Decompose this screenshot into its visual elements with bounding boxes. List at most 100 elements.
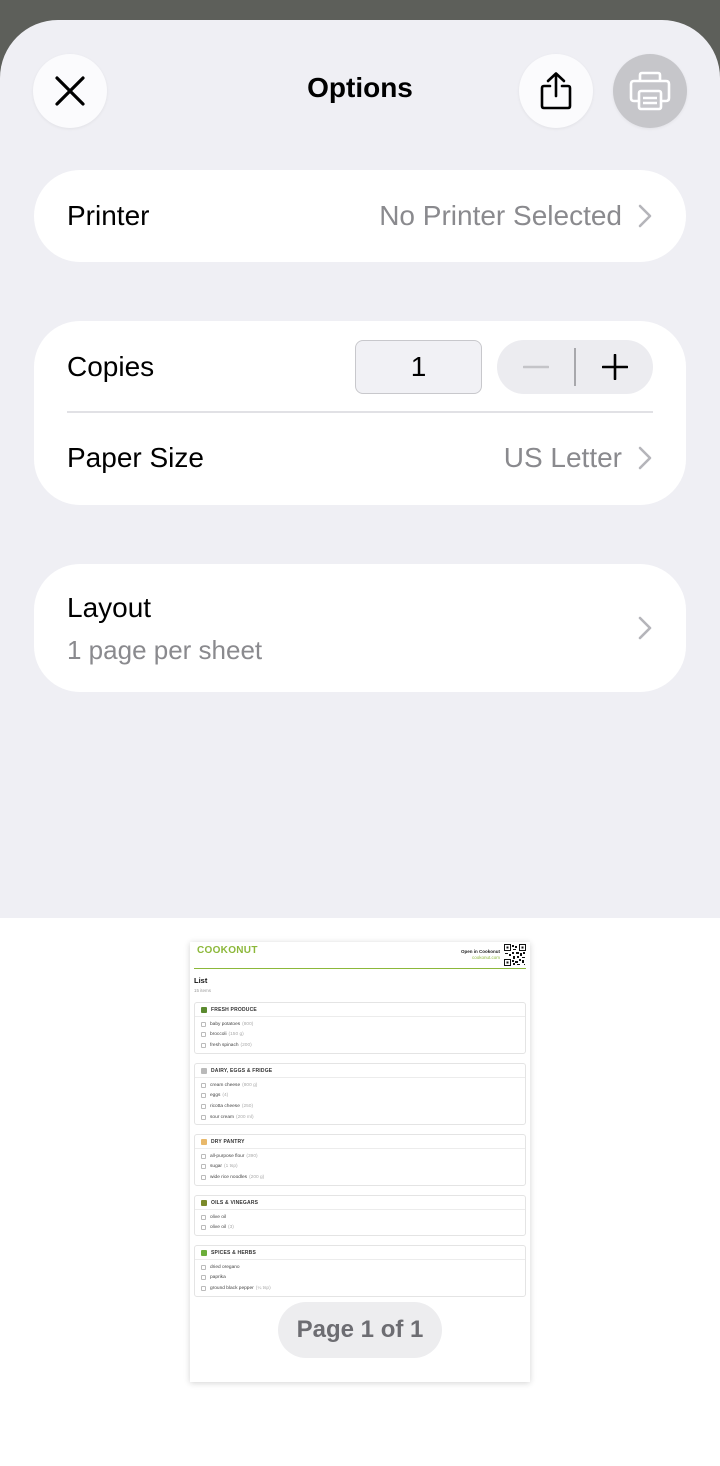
item-name: ricotta cheese: [210, 1103, 240, 1109]
layout-row[interactable]: Layout 1 page per sheet: [34, 564, 686, 692]
section-header: SPICES & HERBS: [195, 1246, 525, 1260]
item-qty: (800 g): [242, 1082, 258, 1088]
copies-stepper: [497, 340, 653, 394]
checkbox: [201, 1264, 206, 1270]
item-name: olive oil: [210, 1214, 226, 1220]
printer-icon: [629, 71, 671, 111]
checkbox: [201, 1275, 206, 1281]
shopping-section: SPICES & HERBS dried oregano paprika ground…: [194, 1245, 526, 1297]
layout-value: 1 page per sheet: [67, 635, 263, 665]
checkbox: [201, 1042, 206, 1048]
header-rule: [194, 968, 526, 969]
list-count: 15 items: [194, 988, 212, 993]
list-item: broccoli (150 g): [195, 1030, 525, 1041]
print-options-sheet: Options Printer No Printer Selected Copi…: [0, 20, 720, 1466]
list-item: ground black pepper (¼ tsp): [195, 1283, 525, 1294]
checkbox: [201, 1082, 206, 1088]
section-name: DAIRY, EGGS & FRIDGE: [211, 1067, 273, 1074]
list-item: olive oil (3): [195, 1223, 525, 1234]
open-in-label: Open in Cookonut cookonut.com: [461, 949, 500, 960]
checkbox: [201, 1153, 206, 1159]
section-name: SPICES & HERBS: [211, 1249, 257, 1256]
list-item: olive oil: [195, 1212, 525, 1223]
section-name: OILS & VINEGARS: [211, 1199, 259, 1206]
item-name: baby potatoes: [210, 1021, 241, 1027]
share-button[interactable]: [519, 54, 593, 128]
item-qty: (250): [241, 1103, 254, 1109]
section-icon: [201, 1006, 207, 1013]
chevron-right-icon: [638, 446, 652, 470]
list-item: paprika: [195, 1273, 525, 1284]
cookonut-logo: COOKONUT: [197, 945, 258, 956]
item-name: olive oil: [210, 1225, 226, 1231]
plus-icon: [601, 354, 628, 380]
item-name: dried oregano: [210, 1264, 240, 1270]
shopping-section: DAIRY, EGGS & FRIDGE cream cheese (800 g) e…: [194, 1063, 526, 1126]
section-icon: [201, 1067, 207, 1074]
item-name: ground black pepper: [210, 1285, 254, 1291]
checkbox: [201, 1032, 206, 1038]
copies-label: Copies: [67, 351, 155, 382]
print-button[interactable]: [613, 54, 687, 128]
section-header: OILS & VINEGARS: [195, 1196, 525, 1210]
item-name: all-purpose flour: [210, 1153, 245, 1159]
increment-button[interactable]: [576, 340, 653, 394]
checkbox: [201, 1285, 206, 1291]
item-qty: (¼ tsp): [255, 1285, 271, 1291]
layout-label: Layout: [67, 592, 152, 623]
item-qty: (1 tsp): [224, 1164, 238, 1170]
item-qty: (800): [242, 1021, 254, 1027]
minus-icon: [522, 365, 549, 369]
paper-size-value: US Letter: [503, 442, 622, 473]
section-name: FRESH PRODUCE: [211, 1006, 257, 1013]
paper-size-row[interactable]: Paper Size US Letter: [34, 413, 686, 505]
printer-value: No Printer Selected: [379, 200, 622, 231]
page-title: Options: [307, 72, 413, 103]
chevron-right-icon: [638, 616, 652, 640]
open-in-sub: cookonut.com: [471, 955, 500, 960]
open-in-text: Open in Cookonut: [461, 949, 500, 954]
decrement-button[interactable]: [497, 340, 574, 394]
checkbox: [201, 1103, 206, 1109]
list-item: ricotta cheese (250): [195, 1101, 525, 1112]
copies-input[interactable]: 1: [355, 340, 482, 394]
item-name: wide rice noodles: [210, 1174, 248, 1180]
copies-paper-card: Copies 1 Paper Size US Letter: [34, 321, 686, 505]
list-title: List: [194, 976, 208, 985]
shopping-section: OILS & VINEGARS olive oil olive oil (3): [194, 1195, 526, 1237]
checkbox: [201, 1164, 206, 1170]
item-name: sour cream: [210, 1114, 234, 1120]
item-name: eggs: [210, 1093, 221, 1099]
item-name: broccoli: [210, 1032, 227, 1038]
item-name: cream cheese: [210, 1082, 241, 1088]
chevron-right-icon: [638, 204, 652, 228]
item-qty: (200): [240, 1042, 252, 1048]
item-qty: (4): [222, 1093, 229, 1099]
checkbox: [201, 1021, 206, 1027]
checkbox: [201, 1114, 206, 1120]
print-preview-area: COOKONUT Open in Cookonut cookonut.com L…: [0, 918, 720, 1466]
section-header: DAIRY, EGGS & FRIDGE: [195, 1064, 525, 1078]
section-icon: [201, 1138, 207, 1145]
printer-label: Printer: [67, 200, 150, 231]
shopping-section: DRY PANTRY all-purpose flour (390) sugar (1 …: [194, 1134, 526, 1186]
paper-size-label: Paper Size: [67, 442, 204, 473]
list-item: dried oregano: [195, 1262, 525, 1273]
share-icon: [540, 72, 572, 110]
section-icon: [201, 1199, 207, 1206]
qr-code-icon: [504, 944, 526, 966]
printer-row[interactable]: Printer No Printer Selected: [34, 170, 686, 262]
checkbox: [201, 1174, 206, 1180]
section-header: DRY PANTRY: [195, 1135, 525, 1149]
section-name: DRY PANTRY: [211, 1138, 245, 1145]
list-item: cream cheese (800 g): [195, 1080, 525, 1091]
item-qty: (3): [228, 1225, 234, 1231]
list-item: sour cream (200 ml): [195, 1112, 525, 1123]
item-name: sugar: [210, 1164, 222, 1170]
list-item: eggs (4): [195, 1091, 525, 1102]
item-qty: (200 ml): [236, 1114, 254, 1120]
list-item: fresh spinach (200): [195, 1040, 525, 1051]
checkbox: [201, 1093, 206, 1099]
page-indicator: Page 1 of 1: [278, 1302, 442, 1358]
item-qty: (390): [246, 1153, 258, 1159]
